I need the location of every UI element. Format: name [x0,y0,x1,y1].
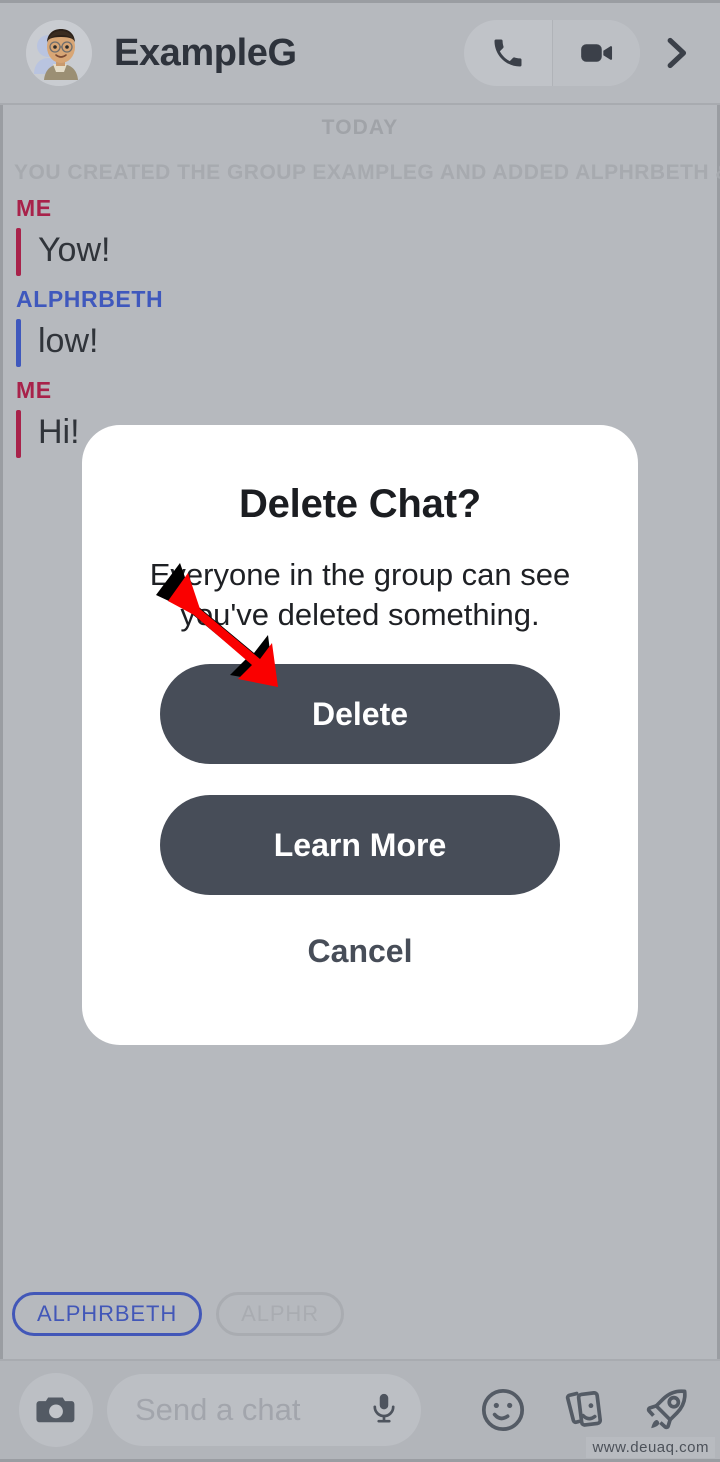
watermark: www.deuaq.com [586,1437,715,1458]
snapchat-group-chat-screen: ExampleG TODAY YOU CREATED THE GROUP EXA… [0,0,720,1462]
delete-chat-dialog: Delete Chat? Everyone in the group can s… [82,425,638,1045]
learn-more-button[interactable]: Learn More [160,795,560,896]
dialog-message: Everyone in the group can see you've del… [149,557,571,632]
delete-button[interactable]: Delete [160,664,560,765]
cancel-button[interactable]: Cancel [308,933,413,970]
dialog-title: Delete Chat? [238,482,482,526]
